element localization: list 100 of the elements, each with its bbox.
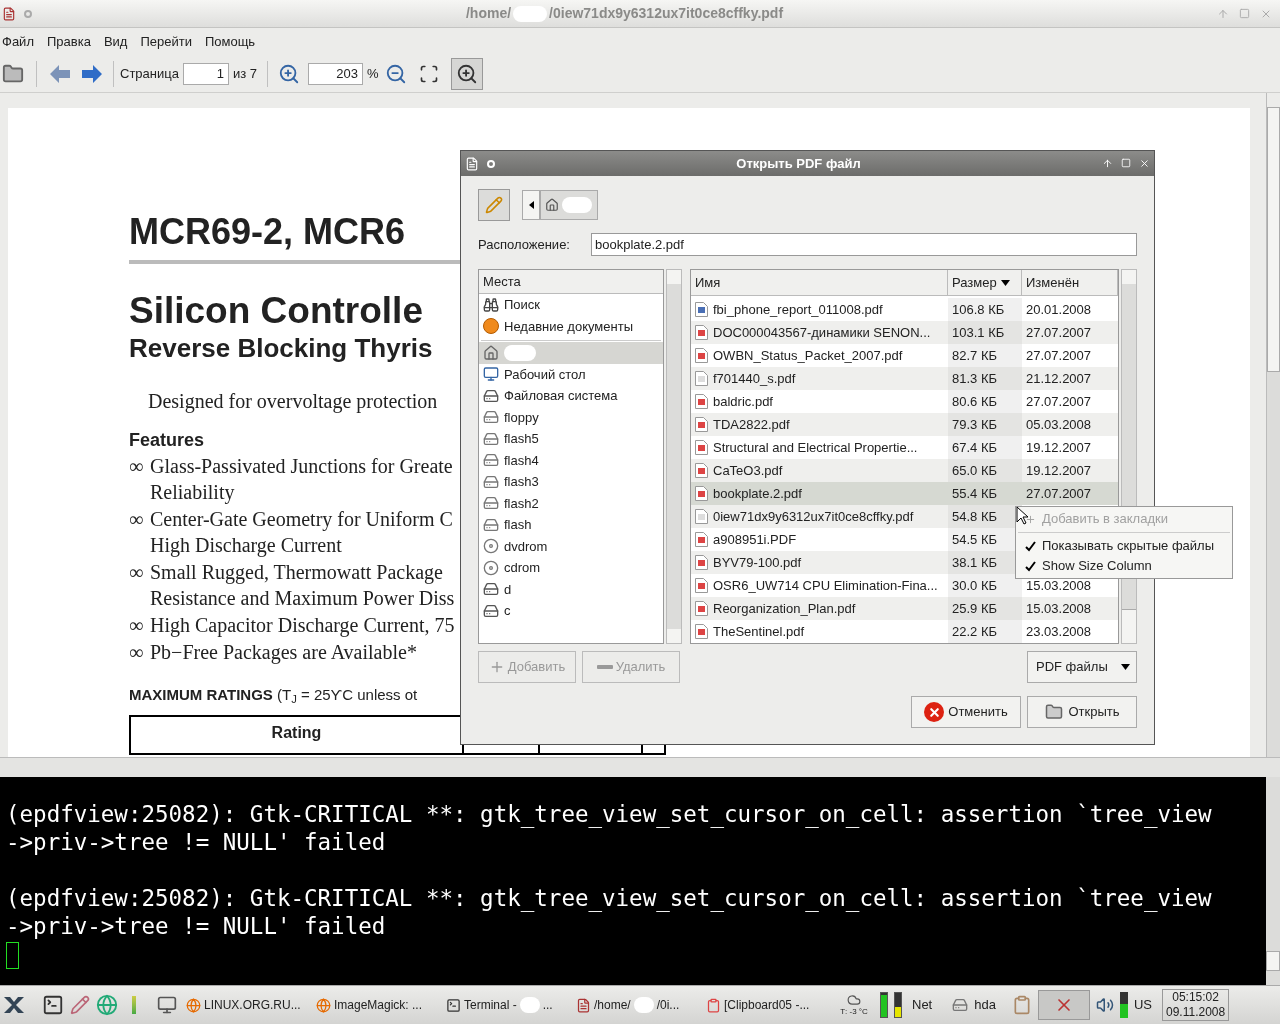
terminal-line: (epdfview:25082): Gtk-CRITICAL **: gtk_tree_view_set_cursor_on_cell: assertion `tree_view [6, 800, 1213, 828]
task-button[interactable]: ImageMagick: ... [314, 990, 438, 1020]
globe-icon[interactable] [96, 994, 118, 1016]
place-item[interactable]: d [479, 578, 663, 600]
features-heading: Features [129, 429, 206, 452]
file-icon [695, 302, 708, 317]
tray-app-button[interactable] [1037, 990, 1090, 1020]
file-size: 30.0 КБ [948, 574, 1022, 597]
ratings-heading: MAXIMUM RATINGS (T$_{J}$ = 25ϒC unless ot [129, 685, 419, 705]
file-size: 67.4 КБ [948, 436, 1022, 459]
cancel-button[interactable]: Отменить [911, 696, 1021, 728]
place-item[interactable]: cdrom [479, 557, 663, 579]
clipboard-icon [706, 997, 721, 1013]
redaction-blob [519, 997, 540, 1013]
menu-item[interactable]: Помощь [204, 31, 256, 52]
places-header[interactable]: Места [479, 270, 663, 294]
maximize-icon[interactable] [1239, 7, 1250, 19]
place-item[interactable] [479, 342, 663, 364]
terminal-scrollbar[interactable] [1266, 777, 1280, 985]
file-name: fbi_phone_report_011008.pdf [713, 300, 883, 319]
drive-icon [483, 387, 499, 404]
task-button[interactable]: Terminal - ... [444, 990, 568, 1020]
file-icon [695, 624, 708, 639]
task-button[interactable]: /home/ /0i... [574, 990, 698, 1020]
column-header[interactable]: Имя [691, 270, 948, 295]
place-item[interactable]: dvdrom [479, 535, 663, 557]
fit-width-icon [455, 62, 478, 85]
location-field[interactable]: bookplate.2.pdf [591, 233, 1137, 256]
open-button[interactable]: Открыть [1027, 696, 1137, 728]
terminal-line: (epdfview:25082): Gtk-CRITICAL **: gtk_tree_view_set_cursor_on_cell: assertion `tree_view [6, 884, 1213, 912]
file-name: CaTeO3.pdf [713, 461, 783, 480]
file-size: 65.0 КБ [948, 459, 1022, 482]
fit-width-button[interactable] [450, 57, 483, 90]
file-name: Reorganization_Plan.pdf [713, 599, 856, 618]
shade-icon[interactable] [1102, 158, 1113, 169]
place-item[interactable]: Рабочий стол [479, 363, 663, 385]
keyboard-layout[interactable]: US [1133, 995, 1152, 1015]
open-folder-icon[interactable] [2, 62, 24, 85]
file-icon [695, 532, 708, 547]
menu-item[interactable]: Вид [103, 31, 128, 52]
redaction-blob [562, 197, 592, 213]
file-icon [695, 394, 708, 409]
place-item[interactable]: Недавние документы [479, 315, 663, 337]
place-item[interactable]: Поиск [479, 294, 663, 316]
file-name-cell[interactable]: DOC000043567-динамики SENON... [691, 321, 948, 344]
zoom-in-icon[interactable] [278, 62, 300, 85]
menu-item[interactable]: Правка [46, 31, 91, 52]
window-list-icon[interactable] [156, 995, 178, 1015]
home-icon [545, 198, 559, 212]
terminal-launcher-icon[interactable] [42, 994, 64, 1016]
file-name-cell[interactable]: f701440_s.pdf [691, 367, 948, 390]
feature-text: Pb−Free Packages are Available* [150, 640, 417, 665]
place-item[interactable]: c [479, 600, 663, 622]
place-item[interactable]: flash [479, 514, 663, 536]
forward-arrow-icon[interactable] [81, 63, 103, 84]
home-path-button[interactable] [540, 190, 598, 220]
vertical-scrollbar[interactable] [1266, 93, 1280, 757]
place-item[interactable]: Файловая система [479, 385, 663, 407]
clock-date: 09.11.2008 [1166, 1005, 1226, 1020]
file-name-cell[interactable]: TDA2822.pdf [691, 413, 948, 436]
volume-icon[interactable] [1095, 996, 1114, 1014]
file-name-cell[interactable]: BYV79-100.pdf [691, 551, 948, 574]
file-name-cell[interactable]: CaTeO3.pdf [691, 459, 948, 482]
globe-icon [316, 997, 331, 1013]
place-item[interactable]: floppy [479, 406, 663, 428]
type-location-button[interactable] [478, 189, 510, 221]
file-name-cell[interactable]: 0iew71dx9y6312ux7it0ce8cffky.pdf [691, 505, 948, 528]
place-item[interactable]: flash4 [479, 449, 663, 471]
editor-launcher-icon[interactable] [70, 995, 90, 1015]
zoom-out-icon[interactable] [384, 62, 407, 85]
file-name: DOC000043567-динамики SENON... [713, 323, 931, 342]
file-icon [695, 578, 708, 593]
redaction-blob [633, 997, 654, 1013]
place-item[interactable]: flash5 [479, 428, 663, 450]
task-button[interactable]: LINUX.ORG.RU... [184, 990, 308, 1020]
zoom-field[interactable]: 203 [308, 62, 363, 85]
sort-arrow-icon [1000, 279, 1010, 286]
close-icon[interactable] [1139, 158, 1150, 169]
file-name-cell[interactable]: Reorganization_Plan.pdf [691, 597, 948, 620]
file-name-cell[interactable]: bookplate.2.pdf [691, 482, 948, 505]
place-item[interactable]: flash3 [479, 471, 663, 493]
path-back-button[interactable] [522, 190, 540, 220]
file-date: 15.03.2008 [1022, 597, 1118, 620]
title-text: /home/ [594, 997, 631, 1014]
places-scrollbar[interactable] [666, 269, 682, 644]
file-size: 106.8 КБ [948, 298, 1022, 321]
bullet-symbol: ∞ [129, 613, 145, 638]
file-name: bookplate.2.pdf [713, 484, 802, 503]
menu-item[interactable]: Файл [2, 31, 34, 52]
file-size: 82.7 КБ [948, 344, 1022, 367]
column-header[interactable]: Размер [948, 270, 1022, 295]
task-button[interactable]: [Clipboard05 -... [704, 990, 828, 1020]
file-icon [695, 555, 708, 570]
place-item[interactable]: flash2 [479, 492, 663, 514]
menu-item[interactable]: Перейти [140, 31, 192, 52]
file-type-dropdown[interactable]: PDF файлы [1027, 651, 1137, 683]
column-header[interactable]: Изменён [1022, 270, 1118, 295]
page-field[interactable]: 1 [182, 62, 229, 85]
clock[interactable]: 05:15:02 09.11.2008 [1162, 989, 1230, 1021]
network-label: Net [912, 996, 933, 1015]
